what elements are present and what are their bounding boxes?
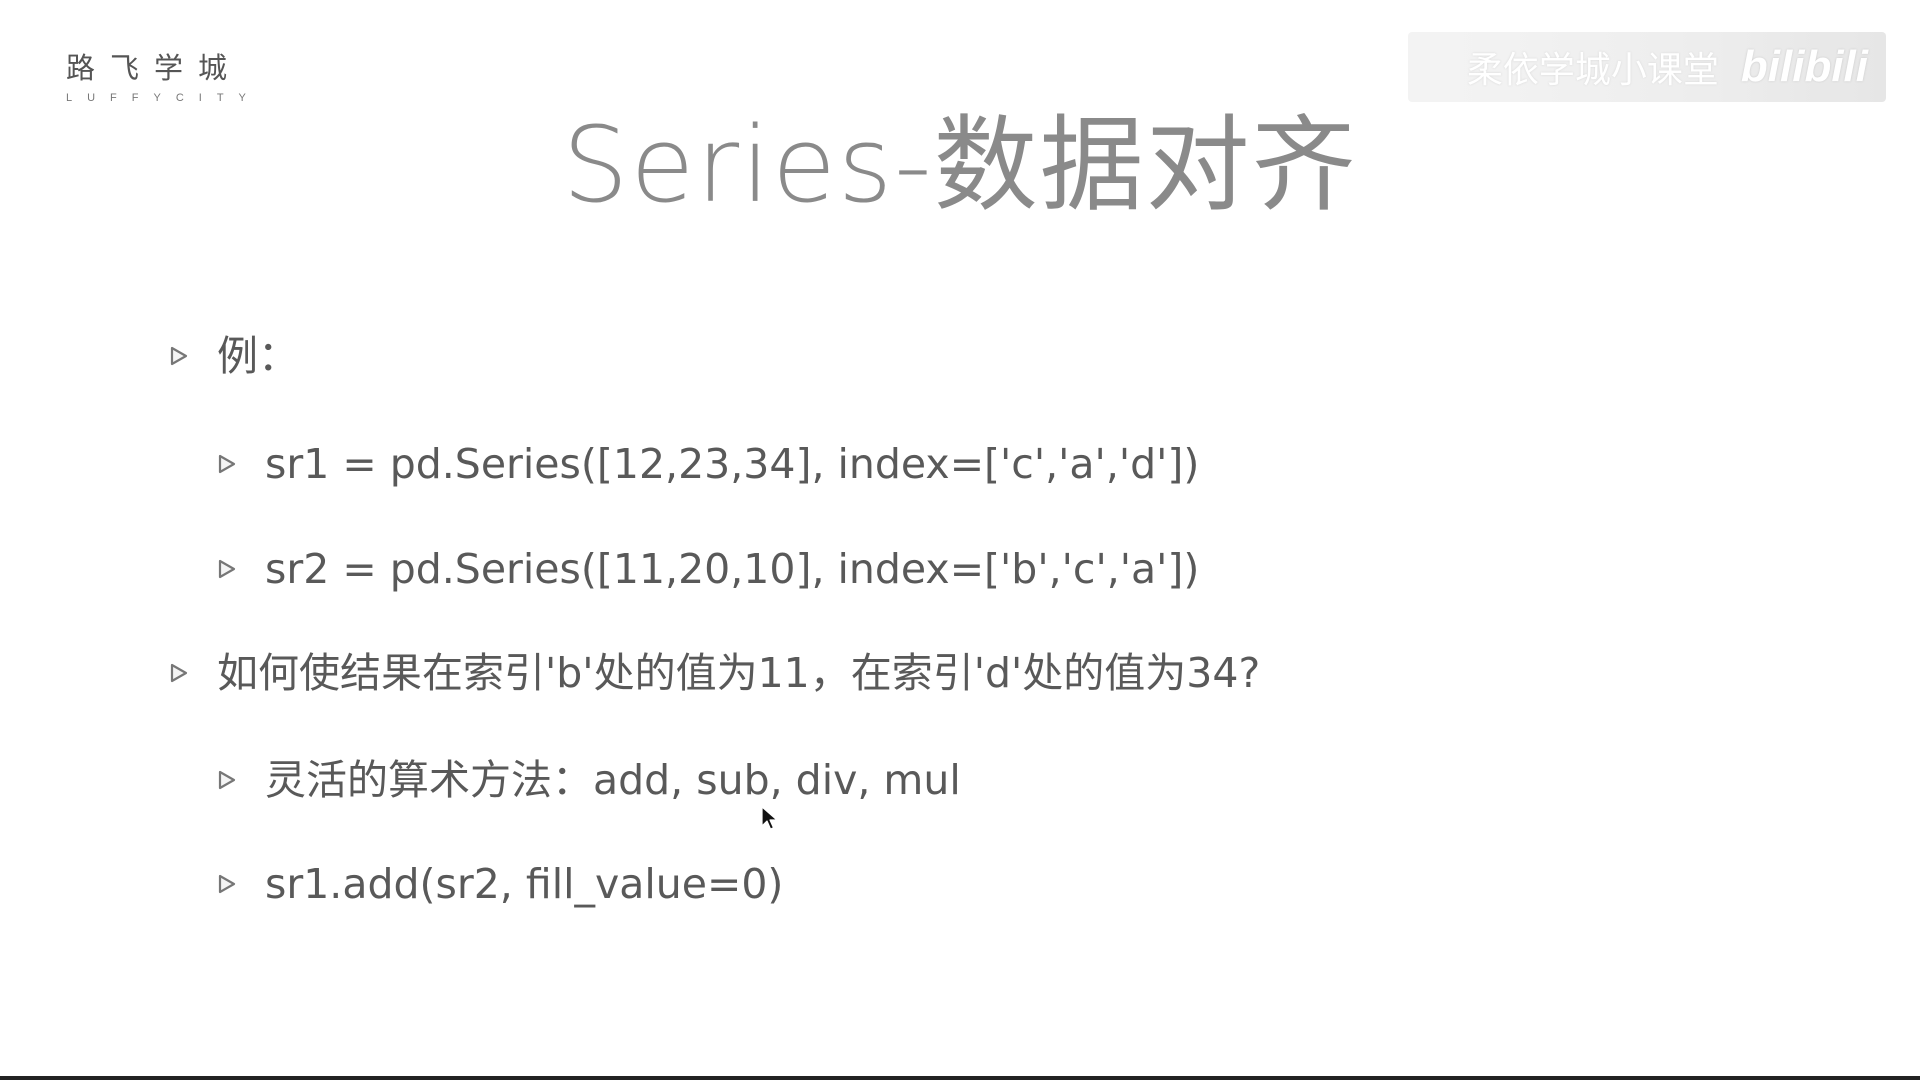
bullet-triangle-icon (218, 770, 236, 790)
bullet-arithmetic-methods: 灵活的算术方法：add, sub, div, mul (216, 754, 961, 806)
bullet-example: 例： (168, 330, 299, 382)
bullet-text: sr1.add(sr2, fill_value=0) (265, 860, 784, 908)
bullet-add-example: sr1.add(sr2, fill_value=0) (216, 858, 783, 910)
bullet-triangle-icon (218, 454, 236, 474)
bullet-triangle-icon (218, 874, 236, 894)
bullet-question: 如何使结果在索引'b'处的值为11，在索引'd'处的值为34? (168, 647, 1260, 699)
bullet-triangle-icon (218, 559, 236, 579)
bullet-triangle-icon (170, 346, 188, 366)
bottom-edge-bar (0, 1076, 1920, 1080)
slide-bullet-list: 例： sr1 = pd.Series([12,23,34], index=['c… (0, 0, 1920, 1080)
bullet-sr1-definition: sr1 = pd.Series([12,23,34], index=['c','… (216, 438, 1199, 490)
bullet-triangle-icon (170, 663, 188, 683)
bullet-text: 灵活的算术方法：add, sub, div, mul (265, 756, 961, 804)
bullet-sr2-definition: sr2 = pd.Series([11,20,10], index=['b','… (216, 543, 1199, 595)
bullet-text: 如何使结果在索引'b'处的值为11，在索引'd'处的值为34? (217, 649, 1261, 697)
mouse-pointer-icon (761, 806, 778, 830)
bullet-text: sr2 = pd.Series([11,20,10], index=['b','… (265, 545, 1200, 593)
bullet-text: 例： (217, 332, 299, 380)
bullet-text: sr1 = pd.Series([12,23,34], index=['c','… (265, 440, 1200, 488)
